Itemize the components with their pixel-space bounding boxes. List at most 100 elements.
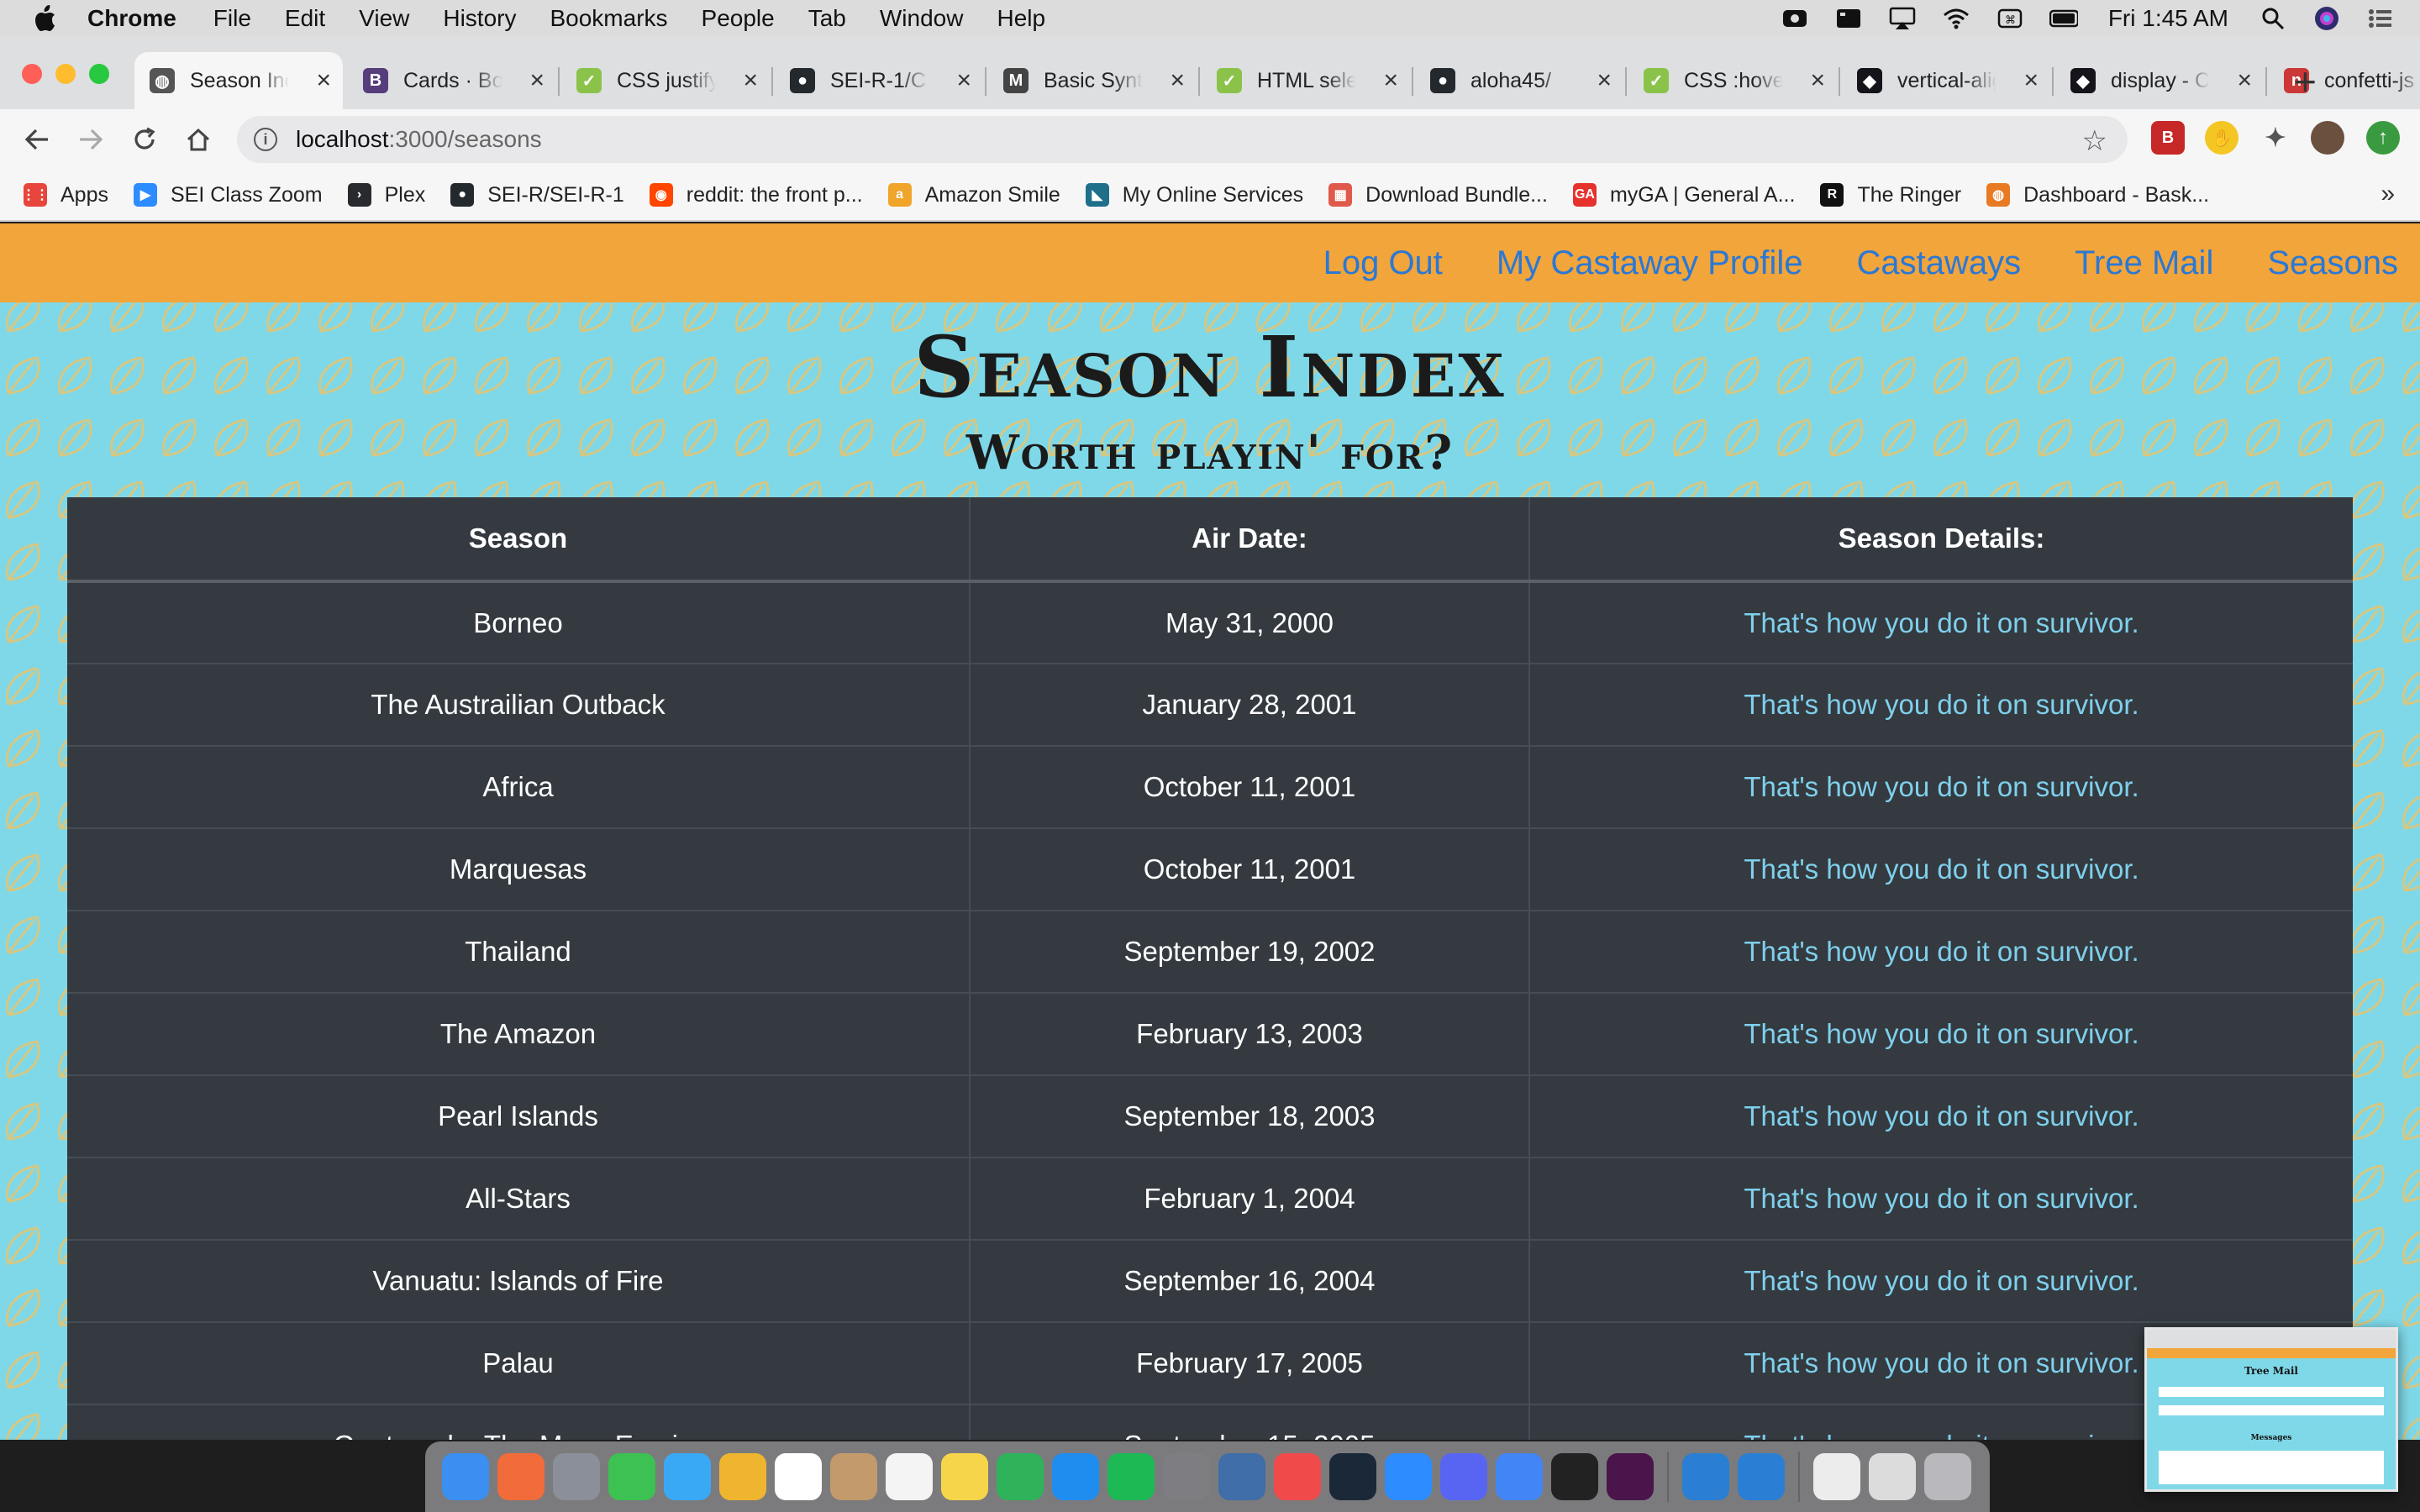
tab-close-icon[interactable]: × (316, 66, 331, 95)
nav-log-out[interactable]: Log Out (1323, 244, 1443, 282)
bookmark-item[interactable]: GA myGA | General A... (1572, 183, 1795, 207)
bookmark-item[interactable]: ● SEI-R/SEI-R-1 (450, 183, 624, 207)
menu-tab[interactable]: Tab (808, 5, 846, 32)
browser-tab[interactable]: nconfetti-js× (2269, 52, 2420, 109)
contacts-icon[interactable] (830, 1453, 877, 1500)
menu-file[interactable]: File (213, 5, 251, 32)
screen-recorder-icon[interactable] (1834, 6, 1863, 31)
finder-icon[interactable] (442, 1453, 489, 1500)
browser-tab[interactable]: M Basic Syntax × (988, 52, 1197, 109)
apple-icon[interactable] (34, 5, 59, 32)
textedit-icon[interactable] (1813, 1453, 1860, 1500)
bookmark-item[interactable]: R The Ringer (1820, 183, 1961, 207)
tab-close-icon[interactable]: × (1170, 66, 1185, 95)
tab-close-icon[interactable]: × (1810, 66, 1825, 95)
reload-button[interactable] (126, 121, 163, 158)
airplay-icon[interactable] (1888, 6, 1917, 31)
nav-my-castaway-profile[interactable]: My Castaway Profile (1497, 244, 1803, 282)
discord-icon[interactable] (1440, 1453, 1487, 1500)
spotlight-search-icon[interactable] (2259, 6, 2287, 31)
close-window-button[interactable] (22, 64, 42, 84)
menu-window[interactable]: Window (880, 5, 964, 32)
season-details-link[interactable]: That's how you do it on survivor. (1744, 771, 2139, 802)
menu-people[interactable]: People (702, 5, 775, 32)
keyboard-icon[interactable]: ⌘ (1996, 6, 2024, 31)
numbers-icon[interactable] (997, 1453, 1044, 1500)
preview-icon[interactable] (1869, 1453, 1916, 1500)
season-details-link[interactable]: That's how you do it on survivor. (1744, 1430, 2139, 1440)
update-arrow-icon[interactable]: ↑ (2366, 121, 2400, 155)
spotify-icon[interactable] (1107, 1453, 1155, 1500)
siri-icon[interactable] (2312, 6, 2341, 31)
bookmark-star-icon[interactable]: ☆ (2082, 124, 2107, 158)
season-details-link[interactable]: That's how you do it on survivor. (1744, 936, 2139, 967)
minimize-window-button[interactable] (55, 64, 76, 84)
photos-icon[interactable] (719, 1453, 766, 1500)
back-button[interactable] (18, 121, 55, 158)
bookmarks-overflow-chevron-icon[interactable]: » (2381, 180, 2395, 208)
menu-bookmarks[interactable]: Bookmarks (550, 5, 667, 32)
tab-close-icon[interactable]: × (2023, 66, 2039, 95)
tab-close-icon[interactable]: × (1383, 66, 1398, 95)
extensions-puzzle-icon[interactable]: ✦ (2259, 121, 2292, 155)
notebook-icon[interactable] (1218, 1453, 1265, 1500)
season-details-link[interactable]: That's how you do it on survivor. (1744, 1183, 2139, 1214)
menu-app-chrome[interactable]: Chrome (87, 5, 176, 32)
menu-view[interactable]: View (359, 5, 409, 32)
forward-button[interactable] (72, 121, 109, 158)
tab-close-icon[interactable]: × (956, 66, 971, 95)
facetime-icon[interactable] (608, 1453, 655, 1500)
address-bar[interactable]: i localhost:3000/seasons ☆ (237, 116, 2128, 163)
screenshot-thumbnail-preview[interactable]: Tree Mail Messages (2144, 1327, 2398, 1492)
vscode-alt-icon[interactable] (1738, 1453, 1785, 1500)
wifi-icon[interactable] (1942, 6, 1970, 31)
trash-icon[interactable] (1924, 1453, 1971, 1500)
menu-history[interactable]: History (443, 5, 516, 32)
launchpad-icon[interactable] (497, 1453, 544, 1500)
slack-icon[interactable] (1607, 1453, 1654, 1500)
season-details-link[interactable]: That's how you do it on survivor. (1744, 1265, 2139, 1296)
season-details-link[interactable]: That's how you do it on survivor. (1744, 1100, 2139, 1131)
browser-tab[interactable]: B Cards · Bootstrap × (348, 52, 556, 109)
bookmark-item[interactable]: ◉ reddit: the front p... (649, 183, 863, 207)
system-preferences-icon[interactable] (1163, 1453, 1210, 1500)
bitwarden-extension-icon[interactable]: B (2151, 121, 2185, 155)
zoom-icon[interactable] (1385, 1453, 1432, 1500)
browser-tab[interactable]: ✓ CSS justify-content × (561, 52, 770, 109)
new-tab-button[interactable]: + (2294, 59, 2317, 104)
tab-close-icon[interactable]: × (2237, 66, 2252, 95)
season-details-link[interactable]: That's how you do it on survivor. (1744, 607, 2139, 638)
terminal-icon[interactable] (1551, 1453, 1598, 1500)
notification-center-icon[interactable] (2366, 6, 2395, 31)
menu-help[interactable]: Help (997, 5, 1045, 32)
browser-tab[interactable]: ◍ Season Index × (134, 52, 343, 109)
tab-close-icon[interactable]: × (743, 66, 758, 95)
news-icon[interactable] (1274, 1453, 1321, 1500)
profile-avatar[interactable] (2311, 121, 2344, 155)
bookmark-item[interactable]: ▦ Download Bundle... (1328, 183, 1548, 207)
calendar-icon[interactable] (775, 1453, 822, 1500)
nav-tree-mail[interactable]: Tree Mail (2075, 244, 2213, 282)
menubar-clock[interactable]: Fri 1:45 AM (2108, 5, 2228, 32)
messages-icon[interactable] (664, 1453, 711, 1500)
reminders-icon[interactable] (886, 1453, 933, 1500)
season-details-link[interactable]: That's how you do it on survivor. (1744, 689, 2139, 720)
browser-tab[interactable]: ◆ vertical-align × (1842, 52, 2050, 109)
nav-seasons[interactable]: Seasons (2267, 244, 2398, 282)
browser-tab[interactable]: ● aloha45/ × (1415, 52, 1623, 109)
vscode-icon[interactable] (1682, 1453, 1729, 1500)
bookmark-item[interactable]: › Plex (347, 183, 425, 207)
camera-icon[interactable] (1781, 6, 1809, 31)
season-details-link[interactable]: That's how you do it on survivor. (1744, 853, 2139, 885)
nav-castaways[interactable]: Castaways (1856, 244, 2021, 282)
app-store-icon[interactable] (1052, 1453, 1099, 1500)
notes-icon[interactable] (941, 1453, 988, 1500)
bookmark-item[interactable]: ◣ My Online Services (1085, 183, 1303, 207)
season-details-link[interactable]: That's how you do it on survivor. (1744, 1347, 2139, 1378)
bookmark-item[interactable]: ⋮⋮ Apps (22, 183, 108, 207)
bookmark-item[interactable]: ◍ Dashboard - Bask... (1986, 183, 2209, 207)
tab-close-icon[interactable]: × (1597, 66, 1612, 95)
menu-edit[interactable]: Edit (285, 5, 325, 32)
zoom-window-button[interactable] (89, 64, 109, 84)
season-details-link[interactable]: That's how you do it on survivor. (1744, 1018, 2139, 1049)
